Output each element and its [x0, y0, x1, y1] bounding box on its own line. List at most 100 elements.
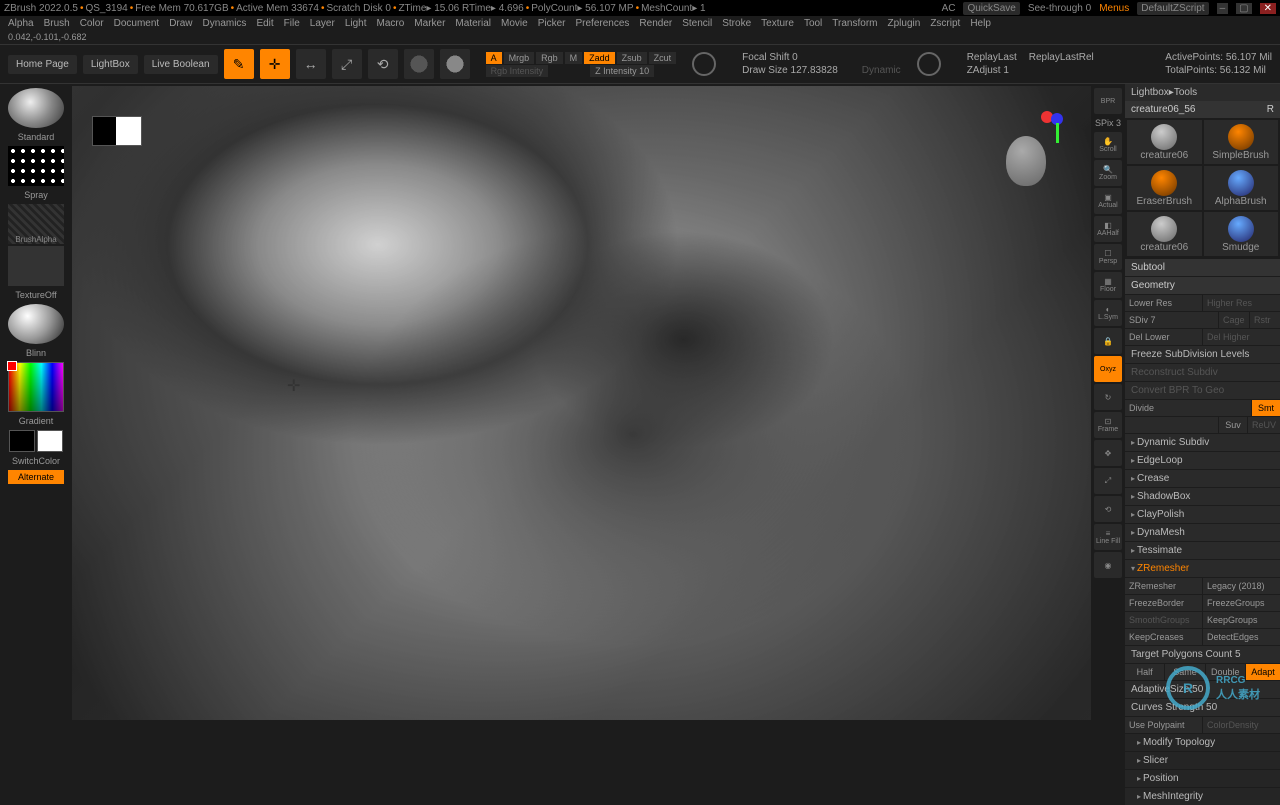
default-zscript[interactable]: DefaultZScript: [1137, 2, 1208, 15]
subtool-cell[interactable]: AlphaBrush: [1204, 166, 1279, 210]
rgb-mode[interactable]: Rgb: [536, 52, 563, 64]
menu-item[interactable]: Draw: [169, 18, 192, 29]
menu-item[interactable]: Document: [114, 18, 160, 29]
menu-item[interactable]: Preferences: [575, 18, 629, 29]
a-mode[interactable]: A: [486, 52, 502, 64]
menus-toggle[interactable]: Menus: [1099, 3, 1129, 14]
zremesher-button[interactable]: ZRemesher: [1125, 578, 1202, 594]
freeze-groups[interactable]: FreezeGroups: [1203, 595, 1280, 611]
imbed-ring-icon[interactable]: [917, 52, 941, 76]
tool-name[interactable]: creature06_56: [1131, 104, 1196, 115]
rotate-mode-icon[interactable]: ⟲: [368, 49, 398, 79]
geometry-header[interactable]: Geometry: [1125, 277, 1280, 294]
menu-item[interactable]: File: [284, 18, 300, 29]
hand-icon[interactable]: ✋Scroll: [1094, 132, 1122, 158]
live-boolean-button[interactable]: Live Boolean: [144, 55, 218, 74]
del-higher[interactable]: Del Higher: [1203, 329, 1280, 345]
menu-item[interactable]: Dynamics: [203, 18, 247, 29]
mrgb-mode[interactable]: Mrgb: [504, 52, 535, 64]
color-picker[interactable]: [8, 362, 64, 412]
draw-mode-icon[interactable]: ✛: [260, 49, 290, 79]
switchcolor-button[interactable]: SwitchColor: [12, 454, 60, 468]
minimize-button[interactable]: –: [1217, 3, 1229, 14]
camera-ref-head[interactable]: [1006, 136, 1046, 186]
move-icon[interactable]: ✥: [1094, 440, 1122, 466]
aahalf-icon[interactable]: ◧AAHalf: [1094, 216, 1122, 242]
slicer[interactable]: Slicer: [1125, 752, 1280, 769]
frame-icon[interactable]: ⊡Frame: [1094, 412, 1122, 438]
use-polypaint[interactable]: Use Polypaint: [1125, 717, 1202, 733]
gradient-label[interactable]: Gradient: [19, 414, 54, 428]
menu-item[interactable]: Edit: [256, 18, 273, 29]
menu-item[interactable]: Material: [455, 18, 491, 29]
adaptive-size[interactable]: AdaptiveSize 50: [1125, 681, 1280, 698]
rgb-intensity[interactable]: Rgb Intensity: [486, 65, 549, 77]
gizmo-icon[interactable]: [404, 49, 434, 79]
subtool-cell[interactable]: creature06: [1127, 120, 1202, 164]
focal-shift[interactable]: Focal Shift 0: [742, 52, 798, 63]
menu-item[interactable]: Help: [970, 18, 991, 29]
zsub-mode[interactable]: Zsub: [617, 52, 647, 64]
freeze-subdiv[interactable]: Freeze SubDivision Levels: [1125, 346, 1280, 363]
sculptris-icon[interactable]: [440, 49, 470, 79]
smt-toggle[interactable]: Smt: [1252, 400, 1280, 416]
focal-ring-icon[interactable]: [692, 52, 716, 76]
target-polygons[interactable]: Target Polygons Count 5: [1125, 646, 1280, 663]
subtool-header[interactable]: Subtool: [1125, 259, 1280, 276]
edgeloop[interactable]: EdgeLoop: [1125, 452, 1280, 469]
lower-res[interactable]: Lower Res: [1125, 295, 1202, 311]
scale-icon[interactable]: ⤢: [1094, 468, 1122, 494]
double-btn[interactable]: Double: [1206, 664, 1245, 680]
viewport[interactable]: ✛: [72, 86, 1091, 720]
zoom-icon[interactable]: 🔍Zoom: [1094, 160, 1122, 186]
shadowbox[interactable]: ShadowBox: [1125, 488, 1280, 505]
zremesher-header[interactable]: ZRemesher: [1125, 560, 1280, 577]
rotate-icon[interactable]: ⟲: [1094, 496, 1122, 522]
history-icon[interactable]: ↻: [1094, 384, 1122, 410]
menu-item[interactable]: Picker: [538, 18, 566, 29]
menu-item[interactable]: Brush: [44, 18, 70, 29]
r-button[interactable]: R: [1267, 104, 1274, 115]
linefill-icon[interactable]: ≡Line Fill: [1094, 524, 1122, 550]
same-btn[interactable]: Same: [1165, 664, 1204, 680]
subtool-cell[interactable]: creature06: [1127, 212, 1202, 256]
convert-bpr[interactable]: Convert BPR To Geo: [1125, 382, 1280, 399]
freeze-border[interactable]: FreezeBorder: [1125, 595, 1202, 611]
close-button[interactable]: ✕: [1260, 3, 1276, 14]
bpr-button[interactable]: BPR: [1094, 88, 1122, 114]
detect-edges[interactable]: DetectEdges: [1203, 629, 1280, 645]
divide-button[interactable]: Divide: [1125, 400, 1251, 416]
menu-item[interactable]: Movie: [501, 18, 528, 29]
menu-item[interactable]: Stroke: [722, 18, 751, 29]
menu-item[interactable]: Zplugin: [888, 18, 921, 29]
floor-icon[interactable]: ▦Floor: [1094, 272, 1122, 298]
zadjust[interactable]: ZAdjust 1: [967, 65, 1009, 76]
reconstruct-subdiv[interactable]: Reconstruct Subdiv: [1125, 364, 1280, 381]
zcut-mode[interactable]: Zcut: [649, 52, 677, 64]
dynamic-subdiv[interactable]: Dynamic Subdiv: [1125, 434, 1280, 451]
move-mode-icon[interactable]: ↔: [296, 49, 326, 79]
menu-item[interactable]: Tool: [804, 18, 822, 29]
m-mode[interactable]: M: [565, 52, 583, 64]
lsym-icon[interactable]: ◐L.Sym: [1094, 300, 1122, 326]
adapt-btn[interactable]: Adapt: [1246, 664, 1280, 680]
keep-creases[interactable]: KeepCreases: [1125, 629, 1202, 645]
higher-res[interactable]: Higher Res: [1203, 295, 1280, 311]
legacy-button[interactable]: Legacy (2018): [1203, 578, 1280, 594]
modify-topology[interactable]: Modify Topology: [1125, 734, 1280, 751]
menu-item[interactable]: Alpha: [8, 18, 34, 29]
lightbox-button[interactable]: LightBox: [83, 55, 138, 74]
home-page-button[interactable]: Home Page: [8, 55, 77, 74]
lock-icon[interactable]: 🔒: [1094, 328, 1122, 354]
claypolish[interactable]: ClayPolish: [1125, 506, 1280, 523]
material-thumb[interactable]: [8, 304, 64, 344]
zadd-mode[interactable]: Zadd: [584, 52, 615, 64]
dynamic-toggle[interactable]: Dynamic: [862, 65, 901, 76]
alpha-thumb[interactable]: BrushAlpha: [8, 204, 64, 244]
actual-icon[interactable]: ▣Actual: [1094, 188, 1122, 214]
mesh-integrity[interactable]: MeshIntegrity: [1125, 788, 1280, 805]
menu-item[interactable]: Color: [80, 18, 104, 29]
half-btn[interactable]: Half: [1125, 664, 1164, 680]
edit-mode-icon[interactable]: ✎: [224, 49, 254, 79]
subtool-cell[interactable]: Smudge: [1204, 212, 1279, 256]
